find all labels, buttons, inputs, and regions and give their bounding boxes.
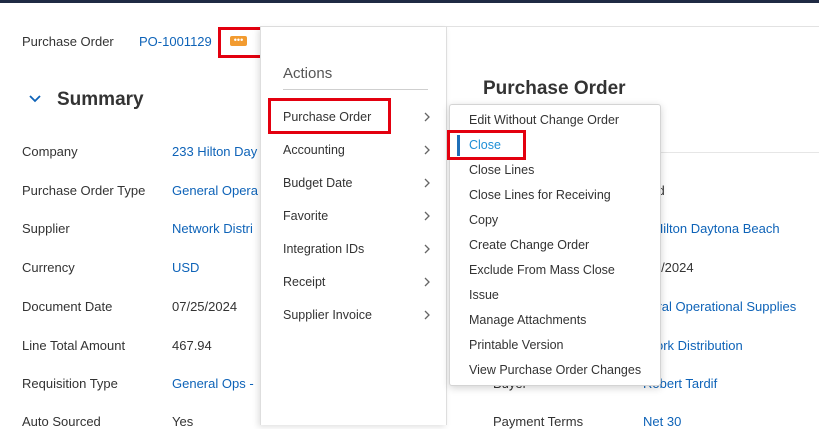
submenu-item-label: Copy bbox=[469, 213, 499, 227]
summary-title: Summary bbox=[57, 89, 144, 110]
action-item-integration-ids[interactable]: Integration IDs bbox=[261, 233, 446, 266]
field-value-currency[interactable]: USD bbox=[172, 260, 199, 275]
right-pane-title: Purchase Order bbox=[483, 78, 626, 99]
action-item-budget-date[interactable]: Budget Date bbox=[261, 167, 446, 200]
top-bar bbox=[0, 0, 819, 3]
submenu-item-create-change-order[interactable]: Create Change Order bbox=[450, 233, 660, 258]
action-item-receipt[interactable]: Receipt bbox=[261, 266, 446, 299]
actions-panel: Actions Purchase Order Accounting Budget… bbox=[260, 27, 447, 425]
field-value-requisition-type[interactable]: General Ops - bbox=[172, 376, 254, 391]
chevron-down-icon[interactable] bbox=[28, 92, 42, 106]
submenu-item-label: Close Lines bbox=[469, 163, 535, 177]
right-value-company[interactable]: 3 Hilton Daytona Beach bbox=[643, 221, 780, 236]
action-item-label: Receipt bbox=[283, 275, 326, 289]
highlight-close-item bbox=[447, 130, 526, 160]
highlight-purchase-order-action bbox=[268, 98, 391, 134]
action-item-label: Budget Date bbox=[283, 176, 353, 190]
field-label-currency: Currency bbox=[22, 260, 75, 275]
submenu-item-close-lines[interactable]: Close Lines bbox=[450, 158, 660, 183]
submenu-item-copy[interactable]: Copy bbox=[450, 208, 660, 233]
submenu-item-label: Printable Version bbox=[469, 338, 564, 352]
submenu-item-label: Close Lines for Receiving bbox=[469, 188, 611, 202]
field-label-po-type: Purchase Order Type bbox=[22, 183, 146, 198]
chevron-right-icon bbox=[424, 145, 430, 155]
field-label-line-total: Line Total Amount bbox=[22, 338, 126, 353]
actions-divider bbox=[283, 89, 428, 90]
action-item-label: Supplier Invoice bbox=[283, 308, 372, 322]
field-value-auto-sourced: Yes bbox=[172, 414, 194, 429]
submenu-item-label: Issue bbox=[469, 288, 499, 302]
chevron-right-icon bbox=[424, 178, 430, 188]
submenu-item-label: Manage Attachments bbox=[469, 313, 587, 327]
submenu-item-label: Exclude From Mass Close bbox=[469, 263, 615, 277]
page-label: Purchase Order bbox=[22, 34, 114, 49]
action-item-favorite[interactable]: Favorite bbox=[261, 200, 446, 233]
submenu-item-manage-attachments[interactable]: Manage Attachments bbox=[450, 308, 660, 333]
field-label-document-date: Document Date bbox=[22, 299, 113, 314]
field-value-supplier[interactable]: Network Distri bbox=[172, 221, 253, 236]
field-value-company[interactable]: 233 Hilton Day bbox=[172, 144, 257, 159]
submenu-item-label: View Purchase Order Changes bbox=[469, 363, 642, 377]
field-label-auto-sourced: Auto Sourced bbox=[22, 414, 101, 429]
submenu-item-exclude-from-mass-close[interactable]: Exclude From Mass Close bbox=[450, 258, 660, 283]
submenu-item-close-lines-for-receiving[interactable]: Close Lines for Receiving bbox=[450, 183, 660, 208]
chevron-right-icon bbox=[424, 244, 430, 254]
field-label-supplier: Supplier bbox=[22, 221, 70, 236]
submenu-item-label: Create Change Order bbox=[469, 238, 590, 252]
submenu-item-printable-version[interactable]: Printable Version bbox=[450, 333, 660, 358]
field-label-company: Company bbox=[22, 144, 78, 159]
actions-title: Actions bbox=[283, 65, 333, 82]
field-value-po-type[interactable]: General Opera bbox=[172, 183, 258, 198]
right-label-payment-terms: Payment Terms bbox=[493, 414, 584, 429]
action-item-label: Favorite bbox=[283, 209, 329, 223]
field-value-line-total: 467.94 bbox=[172, 338, 212, 353]
submenu-item-label: Edit Without Change Order bbox=[469, 113, 620, 127]
field-value-document-date: 07/25/2024 bbox=[172, 299, 238, 314]
action-item-label: Accounting bbox=[283, 143, 345, 157]
chevron-right-icon bbox=[424, 277, 430, 287]
chevron-right-icon bbox=[424, 112, 430, 122]
chevron-right-icon bbox=[424, 211, 430, 221]
submenu-item-view-po-changes[interactable]: View Purchase Order Changes bbox=[450, 358, 660, 383]
po-number-link[interactable]: PO-1001129 bbox=[139, 34, 212, 49]
chevron-right-icon bbox=[424, 310, 430, 320]
action-item-accounting[interactable]: Accounting bbox=[261, 134, 446, 167]
right-value-payment-terms[interactable]: Net 30 bbox=[643, 414, 681, 429]
action-item-label: Integration IDs bbox=[283, 242, 365, 256]
submenu-item-issue[interactable]: Issue bbox=[450, 283, 660, 308]
field-label-requisition-type: Requisition Type bbox=[22, 376, 118, 391]
action-item-supplier-invoice[interactable]: Supplier Invoice bbox=[261, 299, 446, 332]
highlight-related-actions bbox=[218, 27, 264, 58]
right-value-po-type[interactable]: neral Operational Supplies bbox=[643, 299, 796, 314]
